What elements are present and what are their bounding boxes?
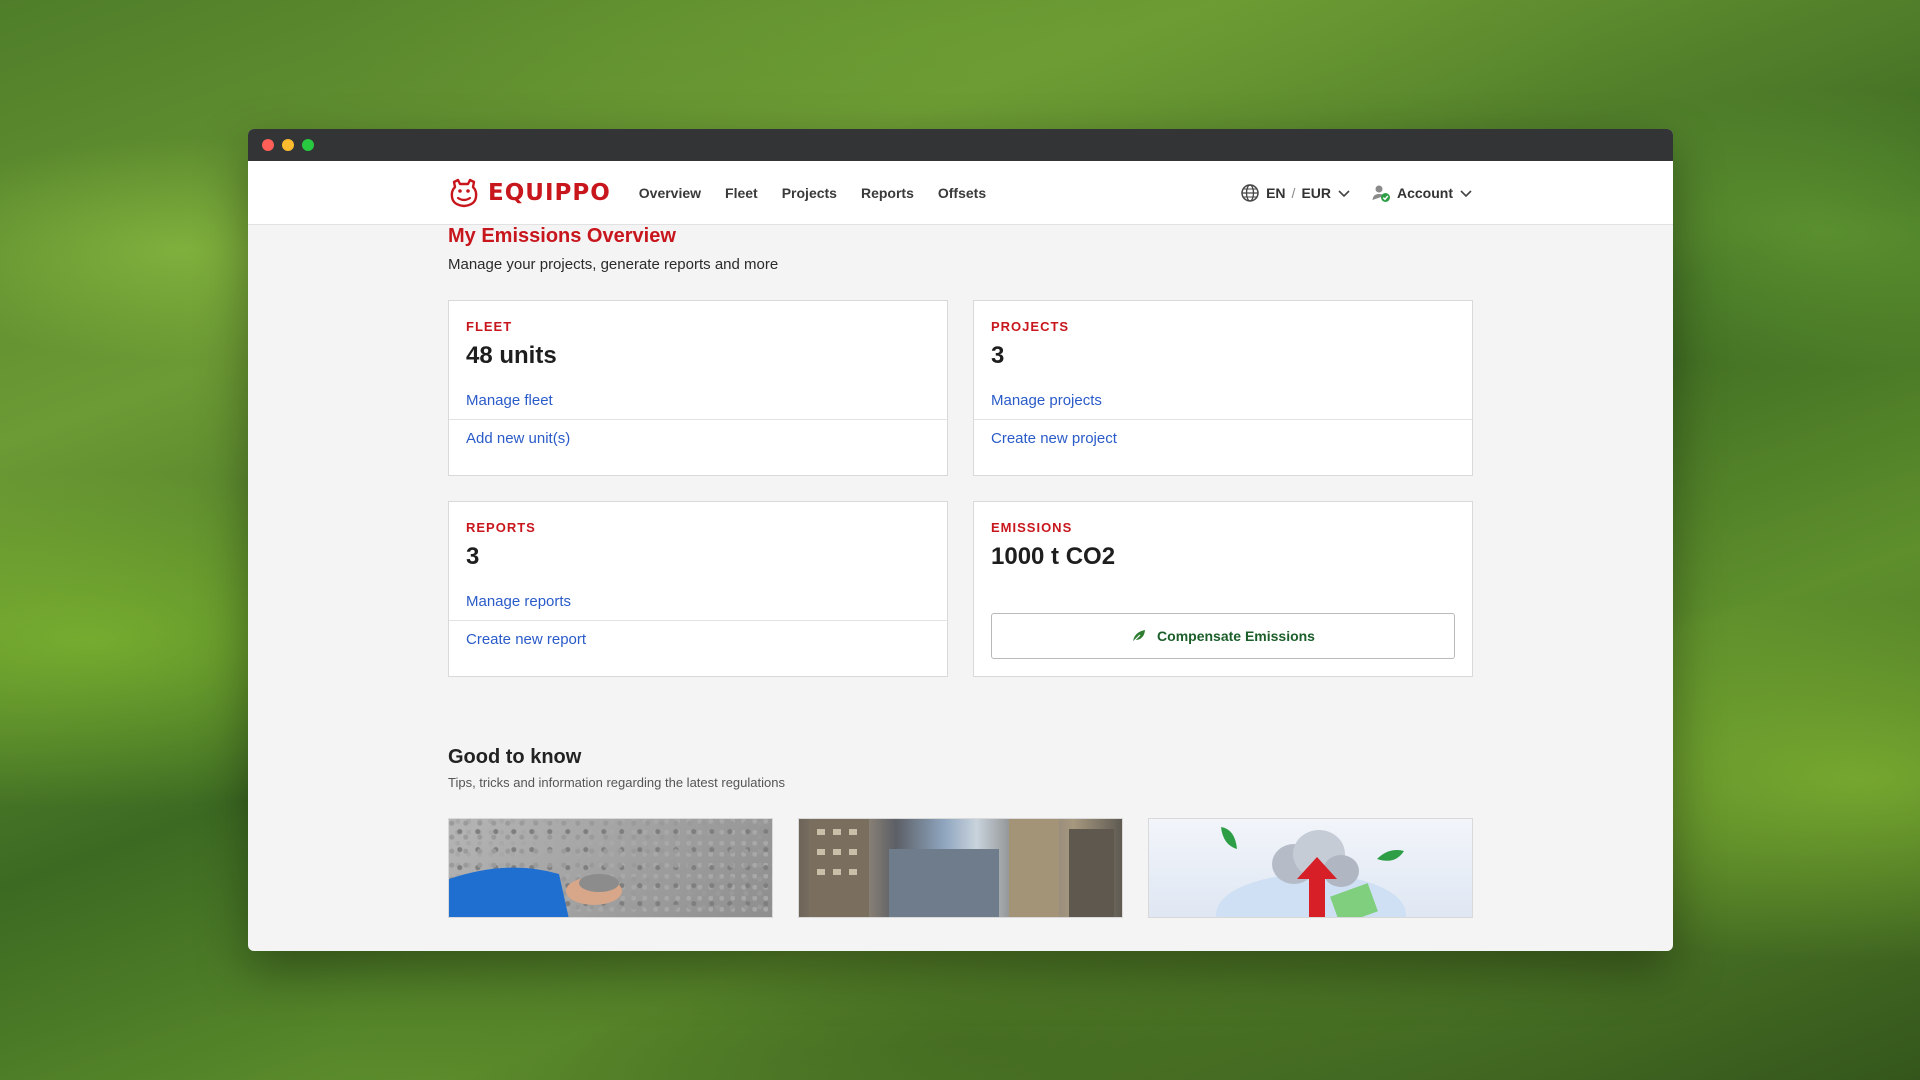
compensate-button-label: Compensate Emissions: [1157, 628, 1315, 644]
nav-offsets[interactable]: Offsets: [938, 185, 986, 201]
emissions-total: 1000 t CO2: [991, 543, 1116, 570]
compensate-emissions-button[interactable]: Compensate Emissions: [991, 613, 1455, 659]
projects-card: PROJECTS 3 Manage projects Create new pr…: [973, 300, 1473, 476]
page-title: My Emissions Overview: [448, 225, 676, 247]
emissions-card: EMISSIONS 1000 t CO2 Compensate Emission…: [973, 501, 1473, 677]
reports-count: 3: [466, 543, 480, 570]
fleet-card: FLEET 48 units Manage fleet Add new unit…: [448, 300, 948, 476]
projects-count: 3: [991, 342, 1005, 369]
good-to-know-title: Good to know: [448, 746, 582, 768]
create-report-link[interactable]: Create new report: [449, 621, 947, 658]
account-verified-icon: [1372, 185, 1390, 202]
fleet-count: 48 units: [466, 342, 557, 369]
window-titlebar: [248, 129, 1673, 161]
manage-reports-link[interactable]: Manage reports: [449, 583, 947, 621]
brand-name: EQUIPPO: [488, 180, 611, 206]
good-to-know-subtitle: Tips, tricks and information regarding t…: [448, 775, 785, 790]
summary-cards: FLEET 48 units Manage fleet Add new unit…: [448, 300, 1473, 677]
brand-logo[interactable]: EQUIPPO: [448, 177, 611, 209]
nav-projects[interactable]: Projects: [782, 185, 837, 201]
reports-card: REPORTS 3 Manage reports Create new repo…: [448, 501, 948, 677]
card-label: EMISSIONS: [991, 520, 1073, 535]
nav-fleet[interactable]: Fleet: [725, 185, 758, 201]
main-content: My Emissions Overview Manage your projec…: [448, 225, 1473, 918]
hippo-logo-icon: [450, 178, 478, 208]
account-menu[interactable]: Account: [1371, 183, 1473, 203]
top-navbar: EQUIPPO Overview Fleet Projects Reports …: [248, 161, 1673, 225]
leaf-icon: [1132, 630, 1146, 643]
locale-separator: /: [1291, 185, 1296, 201]
currency-code: EUR: [1301, 185, 1331, 201]
nav-reports[interactable]: Reports: [861, 185, 914, 201]
cloud-upload-illustration: [1216, 827, 1406, 917]
article-list: [448, 818, 1473, 918]
language-code: EN: [1266, 185, 1286, 201]
main-nav: Overview Fleet Projects Reports Offsets: [639, 185, 986, 201]
create-project-link[interactable]: Create new project: [974, 420, 1472, 457]
add-unit-link[interactable]: Add new unit(s): [449, 420, 947, 457]
card-label: FLEET: [466, 319, 513, 334]
minimize-window-button[interactable]: [282, 139, 294, 151]
card-label: PROJECTS: [991, 319, 1070, 334]
chevron-down-icon: [1460, 190, 1472, 198]
maximize-window-button[interactable]: [302, 139, 314, 151]
city-buildings-image: [809, 819, 1114, 917]
manage-fleet-link[interactable]: Manage fleet: [449, 382, 947, 420]
browser-window: EQUIPPO Overview Fleet Projects Reports …: [248, 129, 1673, 951]
account-label: Account: [1397, 185, 1453, 201]
hand-with-gravel-image: [449, 867, 622, 917]
page-subtitle: Manage your projects, generate reports a…: [448, 256, 779, 273]
article-card-city[interactable]: [798, 818, 1123, 918]
chevron-down-icon: [1338, 190, 1350, 198]
article-card-gravel[interactable]: [448, 818, 773, 918]
manage-projects-link[interactable]: Manage projects: [974, 382, 1472, 420]
nav-overview[interactable]: Overview: [639, 185, 701, 201]
article-card-cloud[interactable]: [1148, 818, 1473, 918]
close-window-button[interactable]: [262, 139, 274, 151]
card-label: REPORTS: [466, 520, 536, 535]
locale-selector[interactable]: EN / EUR: [1240, 183, 1351, 203]
globe-icon: [1241, 184, 1259, 202]
